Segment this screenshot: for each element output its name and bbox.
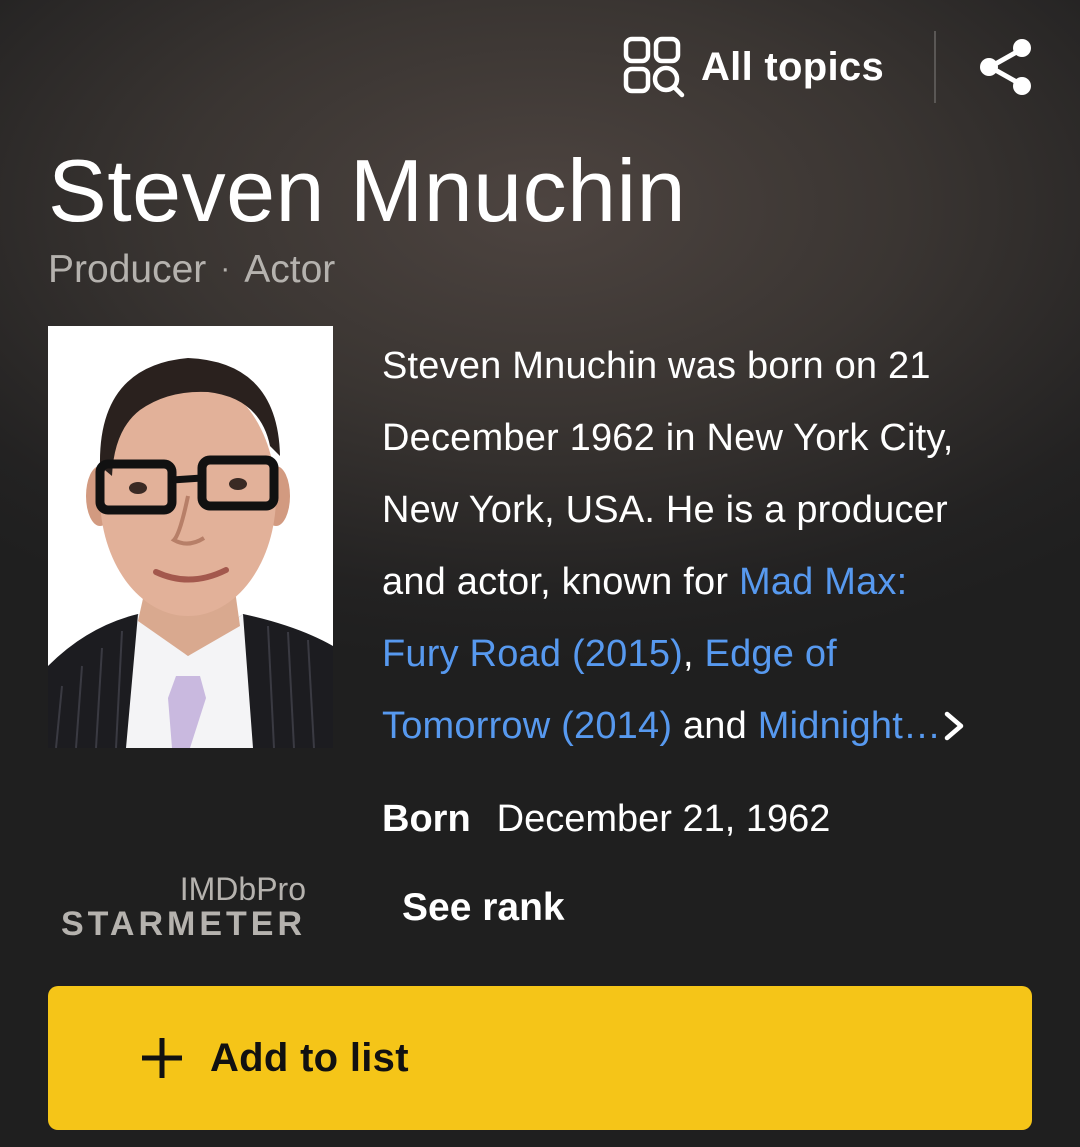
add-to-list-button[interactable]: Add to list bbox=[48, 986, 1032, 1130]
bio-line-1: Steven Mnuchin was born on 21 bbox=[382, 345, 931, 387]
bio-line-5: Fury Road (2015), Edge of bbox=[382, 618, 1042, 690]
imdbpro-starmeter-logo: IMDbPro STARMETER bbox=[48, 872, 306, 942]
link-mad-max-part-1[interactable]: Mad Max: bbox=[739, 561, 907, 603]
topbar-divider bbox=[934, 31, 936, 103]
link-edge-of-tomorrow-part-2[interactable]: Tomorrow (2014) bbox=[382, 705, 672, 747]
person-roles: Producer · Actor bbox=[48, 248, 335, 292]
born-label: Born bbox=[382, 798, 471, 840]
bio-line-4: and actor, known for Mad Max: bbox=[382, 546, 1042, 618]
bio-line-3: New York, USA. He is a producer bbox=[382, 489, 948, 531]
link-mad-max-part-2[interactable]: Fury Road (2015) bbox=[382, 633, 683, 675]
bio-text-known-for: and actor, known for bbox=[382, 561, 739, 603]
person-name: Steven Mnuchin bbox=[48, 141, 687, 240]
born-value: December 21, 1962 bbox=[496, 798, 831, 840]
bio-line-6: Tomorrow (2014) and Midnight… bbox=[382, 690, 1042, 762]
share-icon[interactable] bbox=[976, 35, 1036, 99]
link-edge-of-tomorrow-part-1[interactable]: Edge of bbox=[705, 633, 837, 675]
bio-comma: , bbox=[683, 633, 705, 675]
biography: Steven Mnuchin was born on 21 December 1… bbox=[382, 330, 1042, 762]
chevron-right-icon[interactable] bbox=[941, 710, 967, 742]
add-to-list-label: Add to list bbox=[210, 1035, 409, 1080]
all-topics-label: All topics bbox=[700, 44, 884, 89]
bio-and: and bbox=[672, 705, 758, 747]
role-actor: Actor bbox=[244, 248, 336, 291]
portrait-photo[interactable] bbox=[48, 326, 333, 748]
imdbpro-label: IMDbPro bbox=[179, 871, 306, 907]
starmeter-label: STARMETER bbox=[60, 905, 306, 943]
top-bar: All topics bbox=[623, 30, 1036, 104]
see-rank-link[interactable]: See rank bbox=[402, 886, 565, 930]
all-topics-button[interactable]: All topics bbox=[623, 36, 884, 98]
born-detail: Born December 21, 1962 bbox=[382, 798, 830, 841]
link-midnight[interactable]: Midnight… bbox=[758, 705, 941, 747]
role-separator: · bbox=[220, 252, 231, 285]
topics-search-icon bbox=[623, 36, 685, 98]
bio-line-2: December 1962 in New York City, bbox=[382, 417, 954, 459]
portrait-illustration bbox=[48, 326, 333, 748]
plus-icon bbox=[142, 1038, 182, 1078]
role-producer: Producer bbox=[48, 248, 207, 291]
